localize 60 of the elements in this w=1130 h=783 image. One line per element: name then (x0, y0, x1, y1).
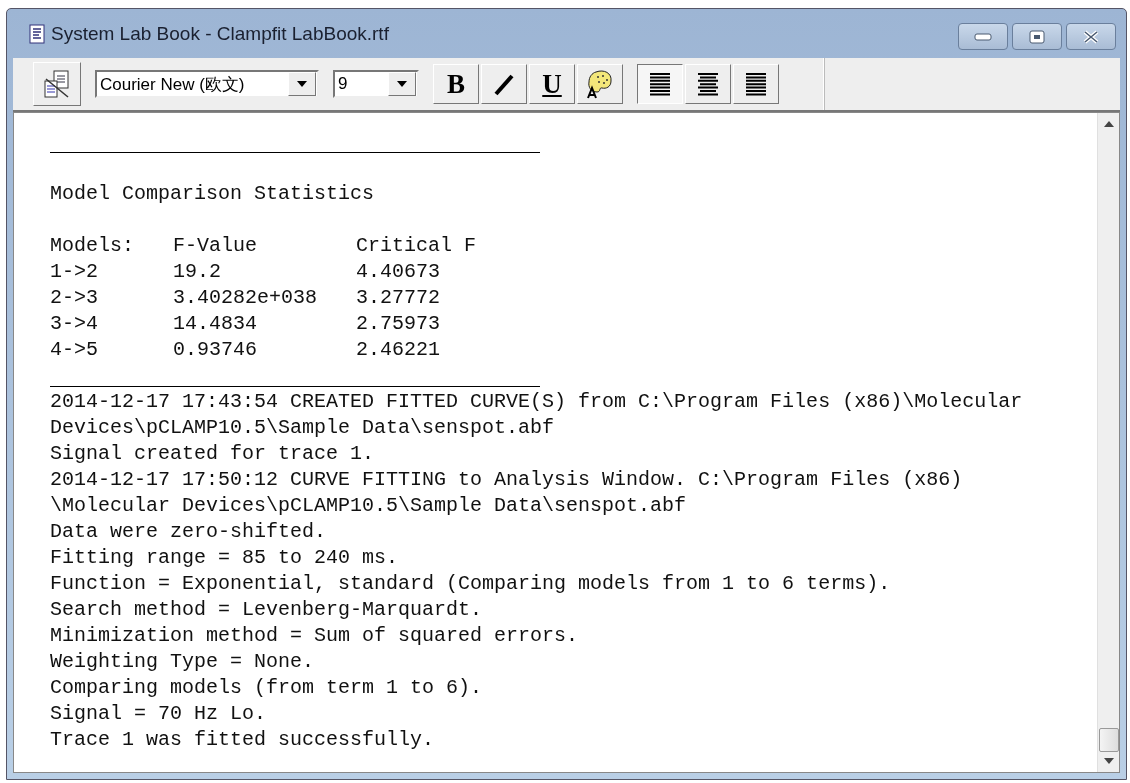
table-cell-text: 19.2 (173, 259, 222, 285)
log-line: Devices\pCLAMP10.5\Sample Data\senspot.abf (50, 415, 556, 441)
dropdown-arrow-icon (397, 81, 407, 87)
document-heading: Model Comparison Statistics (50, 181, 376, 207)
align-right-icon (744, 71, 768, 97)
log-line: \Molecular Devices\pCLAMP10.5\Sample Data\senspot.abf (50, 493, 688, 519)
minimize-button[interactable] (958, 23, 1008, 50)
align-center-icon (696, 71, 720, 97)
maximize-icon (1029, 29, 1045, 44)
align-left-icon (648, 71, 672, 97)
bold-button[interactable]: B (433, 64, 479, 104)
table-cell-text: 3.27772 (356, 285, 441, 311)
column-header: Critical F (356, 233, 478, 259)
table-cell-text: 4->5 (50, 337, 99, 363)
log-line: Function = Exponential, standard (Comparing models from 1 to 6 terms). (50, 571, 892, 597)
italic-icon (492, 72, 516, 96)
log-line: Fitting range = 85 to 240 ms. (50, 545, 400, 571)
column-header: Models: (50, 233, 135, 259)
scrollbar-thumb[interactable] (1098, 728, 1119, 752)
log-line: Minimization method = Sum of squared errors. (50, 623, 580, 649)
log-line: Signal created for trace 1. (50, 441, 376, 467)
log-line: Search method = Levenberg-Marquardt. (50, 597, 484, 623)
text-color-button[interactable] (577, 64, 623, 104)
scroll-down-arrow-icon (1103, 758, 1114, 764)
font-dropdown[interactable]: Courier New (欧文) (95, 70, 319, 98)
palette-icon (586, 69, 614, 99)
log-line: Data were zero-shifted. (50, 519, 328, 545)
italic-button[interactable] (481, 64, 527, 104)
column-header: F-Value (173, 233, 258, 259)
table-cell-text: 3->4 (50, 311, 99, 337)
maximize-button[interactable] (1012, 23, 1062, 50)
log-line: 2014-12-17 17:43:54 CREATED FITTED CURVE(S) from C:\Program Files (x86)\Molecular (50, 389, 1024, 415)
document-icon (29, 23, 45, 44)
table-cell-text: 14.4834 (173, 311, 258, 337)
insert-object-button[interactable] (33, 62, 81, 106)
log-line: 2014-12-17 17:50:12 CURVE FITTING to Analysis Window. C:\Program Files (x86) (50, 467, 964, 493)
align-right-button[interactable] (733, 64, 779, 104)
documents-icon (42, 69, 72, 99)
table-cell-text: 1->2 (50, 259, 99, 285)
table-cell-text: 2->3 (50, 285, 99, 311)
table-cell-text: 4.40673 (356, 259, 441, 285)
table-cell-text: 2.75973 (356, 311, 441, 337)
dropdown-arrow-icon (297, 81, 307, 87)
window-title: System Lab Book - Clampfit LabBook.rtf (51, 22, 389, 45)
close-button[interactable] (1066, 23, 1116, 50)
font-size-dropdown[interactable]: 9 (333, 70, 419, 98)
log-line: Comparing models (from term 1 to 6). (50, 675, 484, 701)
close-icon (1082, 29, 1100, 44)
underline-button[interactable]: U (529, 64, 575, 104)
align-center-button[interactable] (685, 64, 731, 104)
log-line: Signal = 70 Hz Lo. (50, 701, 268, 727)
scroll-up-arrow-icon (1103, 121, 1114, 127)
minimize-icon (974, 32, 992, 41)
table-cell-text: 2.46221 (356, 337, 441, 363)
table-cell-text: 0.93746 (173, 337, 258, 363)
log-line: Trace 1 was fitted successfully. (50, 727, 436, 753)
align-left-button[interactable] (637, 64, 683, 104)
log-line: Weighting Type = None. (50, 649, 316, 675)
vertical-scrollbar[interactable] (1097, 113, 1119, 772)
table-cell-text: 3.40282e+038 (173, 285, 319, 311)
